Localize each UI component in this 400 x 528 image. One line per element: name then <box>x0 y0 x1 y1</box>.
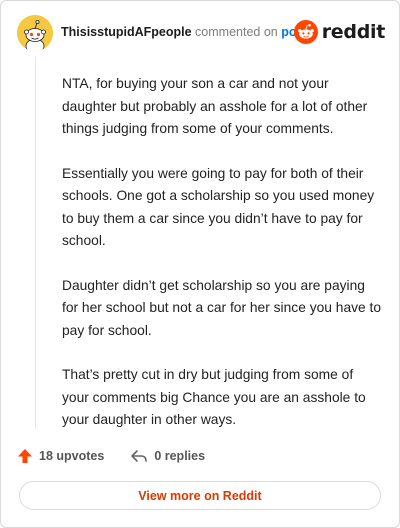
view-more-button[interactable]: View more on Reddit <box>19 481 381 510</box>
reply-arrow-icon <box>131 450 148 462</box>
comment-body: NTA, for buying your son a car and not y… <box>62 73 382 454</box>
thread-line <box>35 57 36 429</box>
comment-footer: 18 upvotes 0 replies <box>17 445 231 467</box>
reddit-wordmark: reddit <box>321 21 386 43</box>
action-text: commented on <box>195 25 278 39</box>
reddit-logo[interactable]: reddit <box>293 19 386 45</box>
comment-paragraph-2: Essentially you were going to pay for bo… <box>62 165 375 249</box>
upvote-arrow-icon <box>18 449 32 463</box>
comment-paragraph-4: That’s pretty cut in dry but judging fro… <box>62 367 366 427</box>
upvote-count: 18 upvotes <box>39 449 105 463</box>
comment-header: ThisisstupidAFpeople commented on post r… <box>17 15 385 51</box>
reply-count: 0 replies <box>154 449 206 463</box>
comment-byline: ThisisstupidAFpeople commented on post <box>61 25 308 39</box>
embedded-comment-card: ThisisstupidAFpeople commented on post r… <box>0 0 400 528</box>
reply-button[interactable]: 0 replies <box>130 448 205 464</box>
user-avatar[interactable] <box>17 15 53 51</box>
comment-paragraph-1: NTA, for buying your son a car and not y… <box>62 76 368 136</box>
upvote-button[interactable]: 18 upvotes <box>17 448 104 464</box>
comment-paragraph-3: Daughter didn’t get scholarship so you a… <box>62 277 382 338</box>
username-link[interactable]: ThisisstupidAFpeople <box>61 25 192 39</box>
snoo-avatar-icon <box>17 15 53 51</box>
reddit-snoo-icon <box>293 20 318 44</box>
